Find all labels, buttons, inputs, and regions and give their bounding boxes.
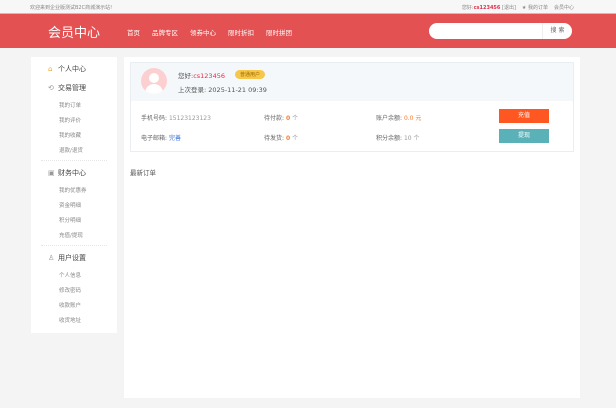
section-title: 交易管理 <box>58 84 86 92</box>
email-label: 电子邮箱: <box>141 135 168 142</box>
email-complete-link[interactable]: 完善 <box>169 135 181 142</box>
withdraw-button[interactable]: 提现 <box>499 129 549 143</box>
last-login-label: 上次登录: <box>178 86 207 94</box>
greeting: 您好: <box>461 5 474 11</box>
sidebar-item-recharge[interactable]: 充值/提现 <box>59 231 83 239</box>
sidebar-item-reviews[interactable]: 我的评价 <box>59 116 81 124</box>
last-login-value: 2025-11-21 09:39 <box>208 86 267 94</box>
points-label: 积分余额: <box>376 135 403 142</box>
username: cs123456 <box>193 72 225 80</box>
avatar <box>141 68 167 94</box>
logout-link[interactable]: [退出] <box>502 5 516 11</box>
sidebar-item-profile[interactable]: 个人信息 <box>59 271 81 279</box>
latest-orders-heading: 最新订单 <box>130 169 156 177</box>
sidebar-item-favorites[interactable]: 我的收藏 <box>59 131 81 139</box>
main-nav: 首页 品牌专区 领券中心 限时折扣 限时拼团 <box>127 27 292 37</box>
sidebar: ⌂ 个人中心 ⟲ 交易管理 我的订单 我的评价 我的收藏 退款/退货 ▣ 财务中心 我… <box>31 57 117 333</box>
member-center-link[interactable]: 会员中心 <box>554 4 574 11</box>
my-orders-link[interactable]: ★ 我的订单 <box>522 4 548 11</box>
divider <box>41 245 107 246</box>
divider <box>41 160 107 161</box>
unit: 个 <box>292 135 299 142</box>
user-summary-card: 您好:cs123456 普通用户 上次登录: 2025-11-21 09:39 … <box>130 62 574 152</box>
unpaid-label: 待付款: <box>264 115 285 122</box>
sidebar-item-address[interactable]: 收货地址 <box>59 316 81 324</box>
nav-discount[interactable]: 限时折扣 <box>228 27 254 37</box>
points-value: 10 个 <box>403 135 420 142</box>
sidebar-home[interactable]: ⌂ 个人中心 <box>48 64 86 74</box>
unit: 个 <box>292 115 299 122</box>
greeting: 您好: <box>178 72 194 80</box>
user-icon: ♙ <box>48 253 55 262</box>
section-title: 用户设置 <box>58 254 86 262</box>
unshipped-count[interactable]: 0 <box>286 135 290 142</box>
sidebar-section-finance: ▣ 财务中心 <box>48 168 86 178</box>
user-level-badge: 普通用户 <box>235 70 266 79</box>
recharge-button[interactable]: 充值 <box>499 109 549 123</box>
balance-label: 账户余额: <box>376 115 403 122</box>
sidebar-home-label: 个人中心 <box>58 65 86 73</box>
section-title: 财务中心 <box>58 169 86 177</box>
search-box: 搜 索 <box>429 23 572 39</box>
exchange-icon: ⟲ <box>48 83 54 92</box>
sidebar-item-refunds[interactable]: 退款/退货 <box>59 146 83 154</box>
phone-value: 15123123123 <box>168 115 211 122</box>
home-icon: ⌂ <box>48 64 53 73</box>
main-content: 您好:cs123456 普通用户 上次登录: 2025-11-21 09:39 … <box>124 57 580 398</box>
sidebar-section-trade: ⟲ 交易管理 <box>48 83 86 93</box>
logo[interactable]: 会员中心 <box>48 22 100 41</box>
unshipped-label: 待发货: <box>264 135 285 142</box>
sidebar-item-coupons[interactable]: 我的优惠券 <box>59 186 87 194</box>
nav-home[interactable]: 首页 <box>127 27 140 37</box>
sidebar-item-points[interactable]: 积分明细 <box>59 216 81 224</box>
nav-group-buy[interactable]: 限时拼团 <box>266 27 292 37</box>
nav-brand[interactable]: 品牌专区 <box>152 27 178 37</box>
balance-value: 0.0 元 <box>403 115 422 122</box>
search-input[interactable] <box>435 26 535 36</box>
sidebar-item-orders[interactable]: 我的订单 <box>59 101 81 109</box>
sidebar-section-settings: ♙ 用户设置 <box>48 253 86 263</box>
sidebar-item-funds[interactable]: 资金明细 <box>59 201 81 209</box>
sidebar-item-password[interactable]: 修改密码 <box>59 286 81 294</box>
search-button[interactable]: 搜 索 <box>542 23 572 39</box>
header: 会员中心 首页 品牌专区 领券中心 限时折扣 限时拼团 搜 索 <box>0 14 616 48</box>
sidebar-item-accounts[interactable]: 收款账户 <box>59 301 81 309</box>
phone-label: 手机号码: <box>141 115 168 122</box>
username-link[interactable]: cs123456 <box>474 5 501 11</box>
top-bar: 欢迎来到企业版测试B2C商城演示站! 您好:cs123456 [退出] ★ 我的… <box>0 0 616 14</box>
welcome-text: 欢迎来到企业版测试B2C商城演示站! <box>30 5 113 11</box>
wallet-icon: ▣ <box>48 168 55 177</box>
unpaid-count[interactable]: 0 <box>286 115 290 122</box>
nav-coupons[interactable]: 领券中心 <box>190 27 216 37</box>
